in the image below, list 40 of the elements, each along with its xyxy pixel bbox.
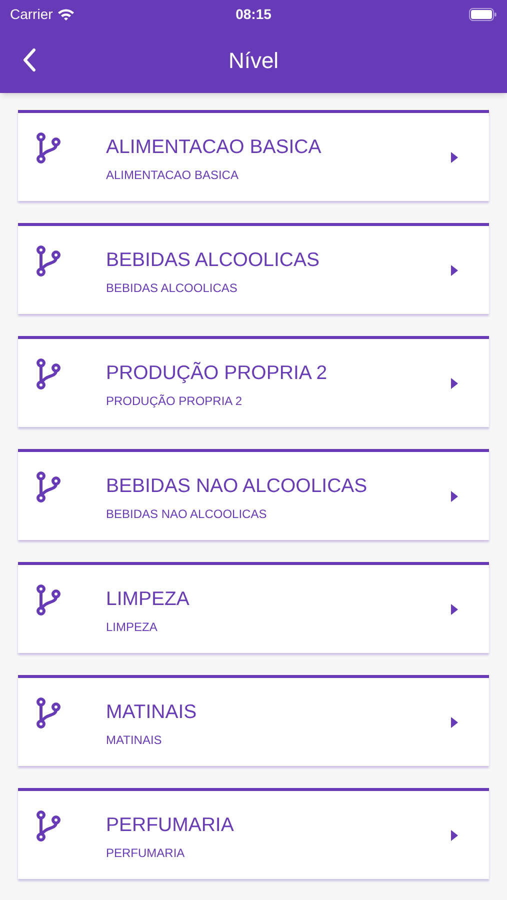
branch-icon [36, 358, 62, 390]
level-subtitle: PRODUÇÃO PROPRIA 2 [106, 393, 244, 410]
chevron-right-icon [451, 265, 458, 276]
branch-icon [36, 697, 62, 729]
wifi-icon [56, 8, 75, 20]
status-time: 08:15 [234, 4, 272, 24]
chevron-right-icon [451, 604, 458, 615]
level-title: ALIMENTACAO BASICA [106, 135, 322, 159]
level-title: PERFUMARIA [106, 813, 235, 837]
branch-icon [36, 810, 62, 842]
level-title: PRODUÇÃO PROPRIA 2 [106, 361, 328, 385]
level-title: BEBIDAS NAO ALCOOLICAS [106, 474, 368, 498]
chevron-right-icon [451, 717, 458, 728]
level-card[interactable]: PRODUÇÃO PROPRIA 2 PRODUÇÃO PROPRIA 2 [18, 336, 489, 427]
level-subtitle: BEBIDAS ALCOOLICAS [106, 280, 238, 297]
chevron-right-icon [451, 491, 458, 502]
branch-icon [36, 471, 62, 503]
level-card[interactable]: LIMPEZA LIMPEZA [18, 562, 489, 653]
chevron-right-icon [451, 152, 458, 163]
level-subtitle: ALIMENTACAO BASICA [106, 167, 240, 184]
screen-title: Nível [228, 47, 279, 75]
level-card[interactable]: BEBIDAS NAO ALCOOLICAS BEBIDAS NAO ALCOOLICAS [18, 449, 489, 540]
level-card[interactable]: MATINAIS MATINAIS [18, 675, 489, 766]
level-subtitle: LIMPEZA [106, 619, 158, 636]
carrier-label: Carrier [10, 4, 53, 24]
level-card[interactable]: ALIMENTACAO BASICA ALIMENTACAO BASICA [18, 110, 489, 201]
level-card[interactable]: BEBIDAS ALCOOLICAS BEBIDAS ALCOOLICAS [18, 223, 489, 314]
level-subtitle: MATINAIS [106, 732, 163, 749]
level-title: BEBIDAS ALCOOLICAS [106, 248, 321, 272]
level-title: LIMPEZA [106, 587, 190, 611]
branch-icon [36, 584, 62, 616]
battery-icon [469, 8, 497, 20]
level-card[interactable]: PERFUMARIA PERFUMARIA [18, 788, 489, 879]
level-subtitle: PERFUMARIA [106, 845, 186, 862]
level-title: MATINAIS [106, 700, 198, 724]
chevron-right-icon [451, 830, 458, 841]
chevron-right-icon [451, 378, 458, 389]
level-subtitle: BEBIDAS NAO ALCOOLICAS [106, 506, 268, 523]
branch-icon [36, 245, 62, 277]
branch-icon [36, 132, 62, 164]
